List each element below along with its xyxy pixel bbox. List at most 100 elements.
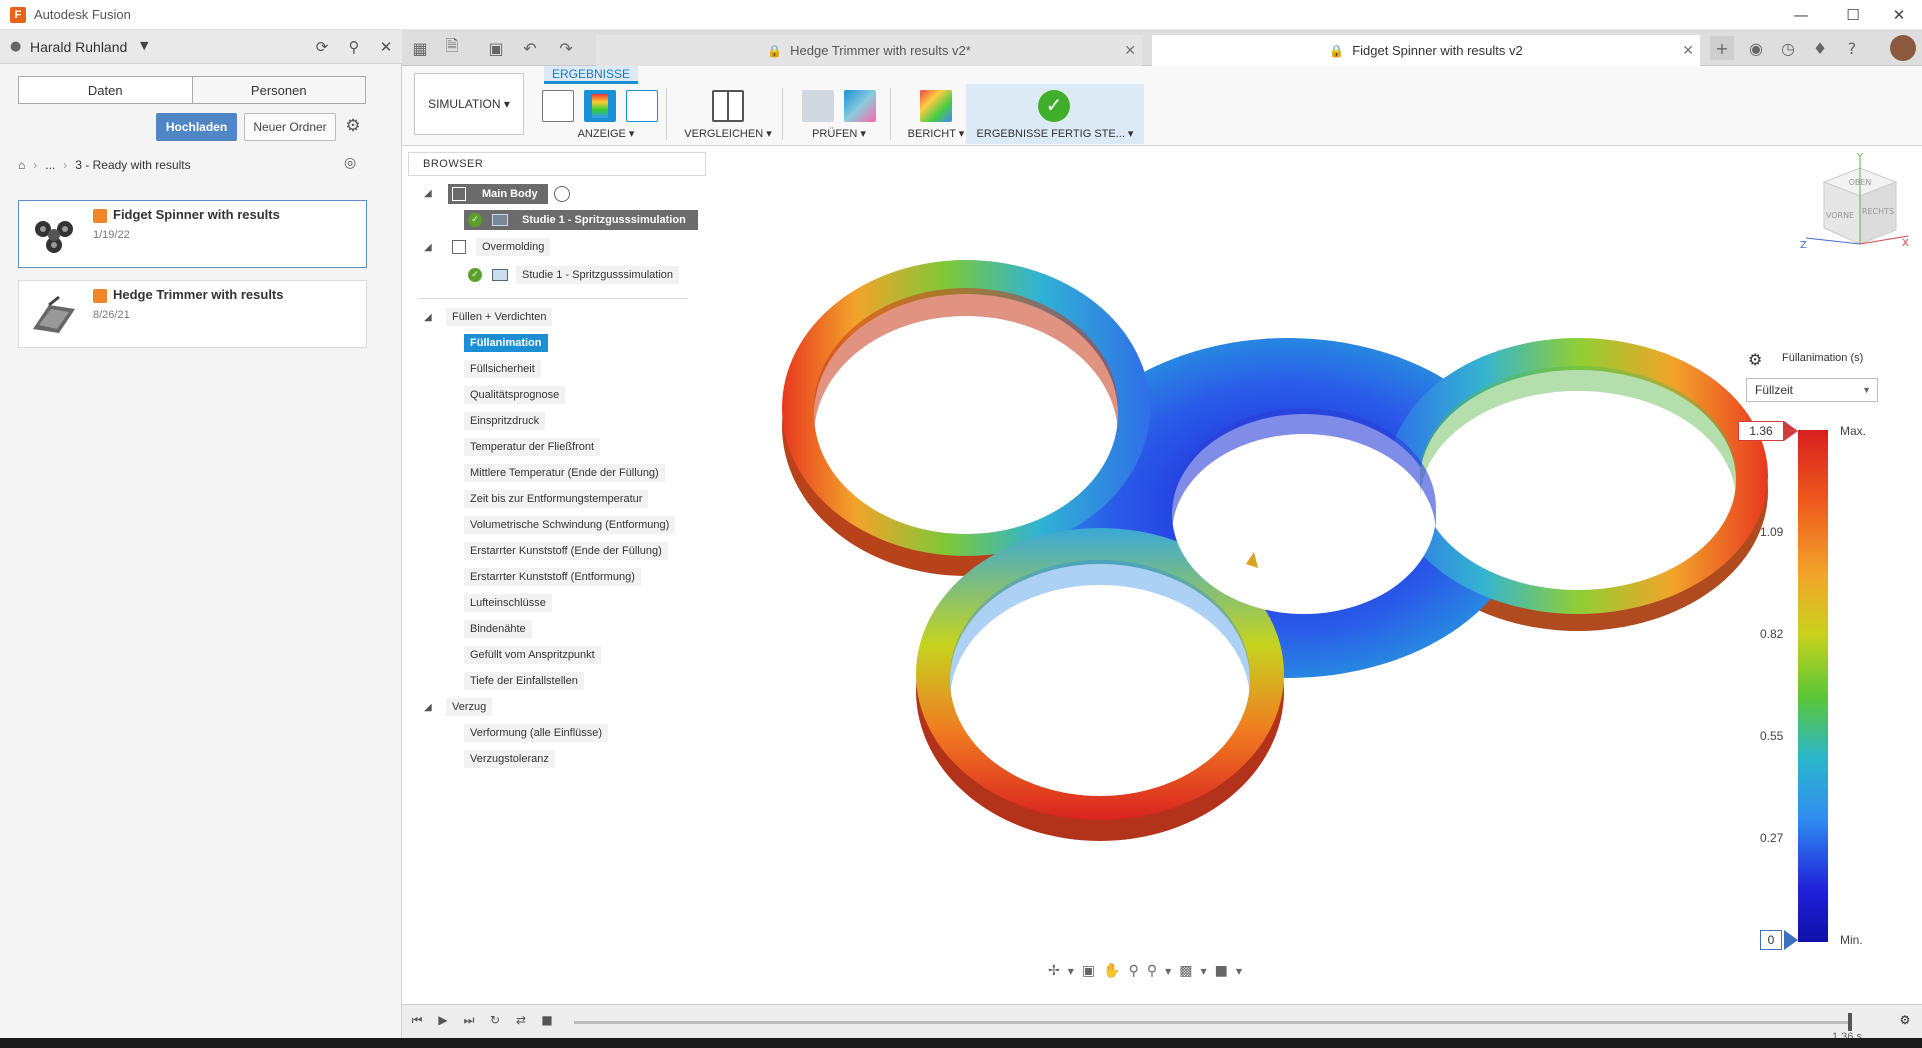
viewcube-right-label[interactable]: RECHTS [1862,207,1894,216]
globe-icon[interactable]: ◎ [344,155,362,173]
report-group-label[interactable]: BERICHT ▾ [896,127,976,140]
browser-fill-pack-group[interactable]: Füllen + Verdichten [446,308,553,326]
home-icon[interactable]: ⌂ [18,158,25,172]
result-fill-animation[interactable]: Füllanimation [464,334,548,352]
collapse-triangle-icon[interactable]: ◢ [424,312,436,324]
checkmark-icon[interactable]: ✓ [1038,90,1070,122]
loop-icon[interactable]: ↻ [486,1013,504,1031]
help-icon[interactable]: ? [1840,36,1864,60]
extensions-icon[interactable]: ◉ [1744,36,1768,60]
result-weld-lines[interactable]: Bindenähte [464,620,532,638]
inspect-group[interactable]: PRÜFEN ▾ [788,84,890,144]
compare-group-label[interactable]: VERGLEICHEN ▾ [674,127,782,140]
tab-fidget-spinner[interactable]: 🔒 Fidget Spinner with results v2 ✕ [1152,35,1700,66]
browser-warpage-group[interactable]: Verzug [446,698,493,716]
legend-min-pointer-icon[interactable] [1784,930,1798,950]
legend-max-pointer-icon[interactable] [1784,421,1798,441]
chevron-down-icon[interactable]: ▼ [1068,967,1074,976]
shuffle-icon[interactable]: ⇄ [512,1013,530,1031]
refresh-icon[interactable]: ⟳ [311,36,333,58]
legend-max-input[interactable]: 1.36 [1738,421,1784,441]
people-tab[interactable]: Personen [191,77,365,103]
display-group-label[interactable]: ANZEIGE ▾ [534,127,678,140]
browser-overmolding[interactable]: Overmolding [476,238,551,256]
result-volumetric-shrinkage[interactable]: Volumetrische Schwindung (Entformung) [464,516,676,534]
legend-display-icon[interactable] [584,90,616,122]
legend-min-input[interactable]: 0 [1760,930,1782,950]
chevron-down-icon[interactable]: ▼ [1236,967,1242,976]
results-list-icon[interactable] [542,90,574,122]
browser-header[interactable]: BROWSER [408,152,706,176]
probe-display-icon[interactable] [626,90,658,122]
search-icon[interactable]: ⚲ [343,36,365,58]
finish-results-group[interactable]: ✓ ERGEBNISSE FERTIG STE... ▾ [966,84,1144,144]
display-settings-icon[interactable]: ▩ [1179,963,1192,979]
tab-hedge-trimmer[interactable]: 🔒 Hedge Trimmer with results v2* ✕ [596,35,1142,66]
inspect-group-label[interactable]: PRÜFEN ▾ [788,127,890,140]
gear-icon[interactable]: ⚙ [342,116,364,138]
close-icon[interactable]: ✕ [375,36,397,58]
browser-study-1-overmolding[interactable]: Studie 1 - Spritzgusssimulation [516,266,680,284]
data-tab[interactable]: Daten [19,77,192,103]
orbit-icon[interactable]: ✢ [1048,963,1060,979]
maximize-button[interactable]: ☐ [1830,0,1876,30]
grid-icon[interactable]: ▦ [408,36,432,60]
stop-icon[interactable]: ■ [538,1013,556,1031]
chevron-down-icon[interactable]: ▼ [140,39,148,52]
result-injection-pressure[interactable]: Einspritzdruck [464,412,546,430]
collapse-triangle-icon[interactable]: ◢ [424,702,436,714]
zoom-icon[interactable]: ⚲ [1129,963,1139,979]
job-status-icon[interactable]: ◷ [1776,36,1800,60]
activate-radio-icon[interactable] [554,186,570,202]
file-icon[interactable]: 🗎 [440,36,464,60]
result-deflection-all-effects[interactable]: Verformung (alle Einflüsse) [464,724,609,742]
save-icon[interactable]: ▣ [484,36,508,60]
tab-close-icon[interactable]: ✕ [1124,42,1136,59]
compare-icon[interactable] [712,90,744,122]
tab-close-icon[interactable]: ✕ [1682,42,1694,59]
look-at-icon[interactable]: ▣ [1082,963,1095,979]
browser-study-1[interactable]: Studie 1 - Spritzgusssimulation [516,211,692,229]
display-group[interactable]: ANZEIGE ▾ [534,84,678,144]
finish-results-label[interactable]: ERGEBNISSE FERTIG STE... ▾ [966,127,1144,140]
viewcube-front-label[interactable]: VORNE [1826,211,1854,220]
gear-icon[interactable]: ⚙ [1748,350,1766,369]
skip-to-start-icon[interactable]: ⏮ [408,1013,426,1031]
browser-main-body[interactable]: Main Body [476,185,544,203]
result-average-temperature[interactable]: Mittlere Temperatur (Ende der Füllung) [464,464,665,482]
result-flow-front-temperature[interactable]: Temperatur der Fließfront [464,438,601,456]
chevron-down-icon[interactable]: ▼ [1165,967,1171,976]
play-icon[interactable]: ▶ [434,1013,452,1031]
timeline-settings-icon[interactable]: ⚙ [1896,1013,1914,1031]
model-viewport[interactable] [708,146,1922,994]
undo-icon[interactable]: ↶ [518,36,542,60]
breadcrumb-ellipsis[interactable]: ... [45,158,55,172]
inspect-probe-icon[interactable] [802,90,834,122]
grid-settings-icon[interactable]: ■ [1215,963,1228,979]
chevron-down-icon[interactable]: ▼ [1200,967,1206,976]
new-tab-icon[interactable]: + [1710,36,1734,60]
minimize-button[interactable]: — [1778,0,1824,30]
collapse-triangle-icon[interactable]: ◢ [424,242,436,254]
window-close-button[interactable]: ✕ [1876,0,1922,30]
redo-icon[interactable]: ↷ [554,36,578,60]
file-card-hedge-trimmer[interactable]: Hedge Trimmer with results 8/26/21 [18,280,367,348]
tab-results[interactable]: ERGEBNISSE [544,66,638,84]
new-folder-button[interactable]: Neuer Ordner [244,113,336,141]
result-sink-mark-depth[interactable]: Tiefe der Einfallstellen [464,672,584,690]
pan-hand-icon[interactable]: ✋ [1103,963,1120,979]
result-time-to-ejection[interactable]: Zeit bis zur Entformungstemperatur [464,490,649,508]
result-warpage-tolerance[interactable]: Verzugstoleranz [464,750,555,768]
collapse-triangle-icon[interactable]: ◢ [424,188,436,200]
avatar[interactable] [1890,35,1916,61]
timeline-playhead[interactable] [1848,1013,1852,1031]
report-icon[interactable] [920,90,952,122]
file-card-fidget-spinner[interactable]: Fidget Spinner with results 1/19/22 [18,200,367,268]
result-filled-from-gate[interactable]: Gefüllt vom Anspritzpunkt [464,646,601,664]
compare-group[interactable]: VERGLEICHEN ▾ [674,84,782,144]
timeline-track[interactable] [574,1021,1852,1024]
workspace-switcher[interactable]: SIMULATION ▾ [414,73,524,135]
result-air-traps[interactable]: Lufteinschlüsse [464,594,552,612]
notifications-icon[interactable]: ♦ [1808,36,1832,60]
report-group[interactable]: BERICHT ▾ [896,84,976,144]
